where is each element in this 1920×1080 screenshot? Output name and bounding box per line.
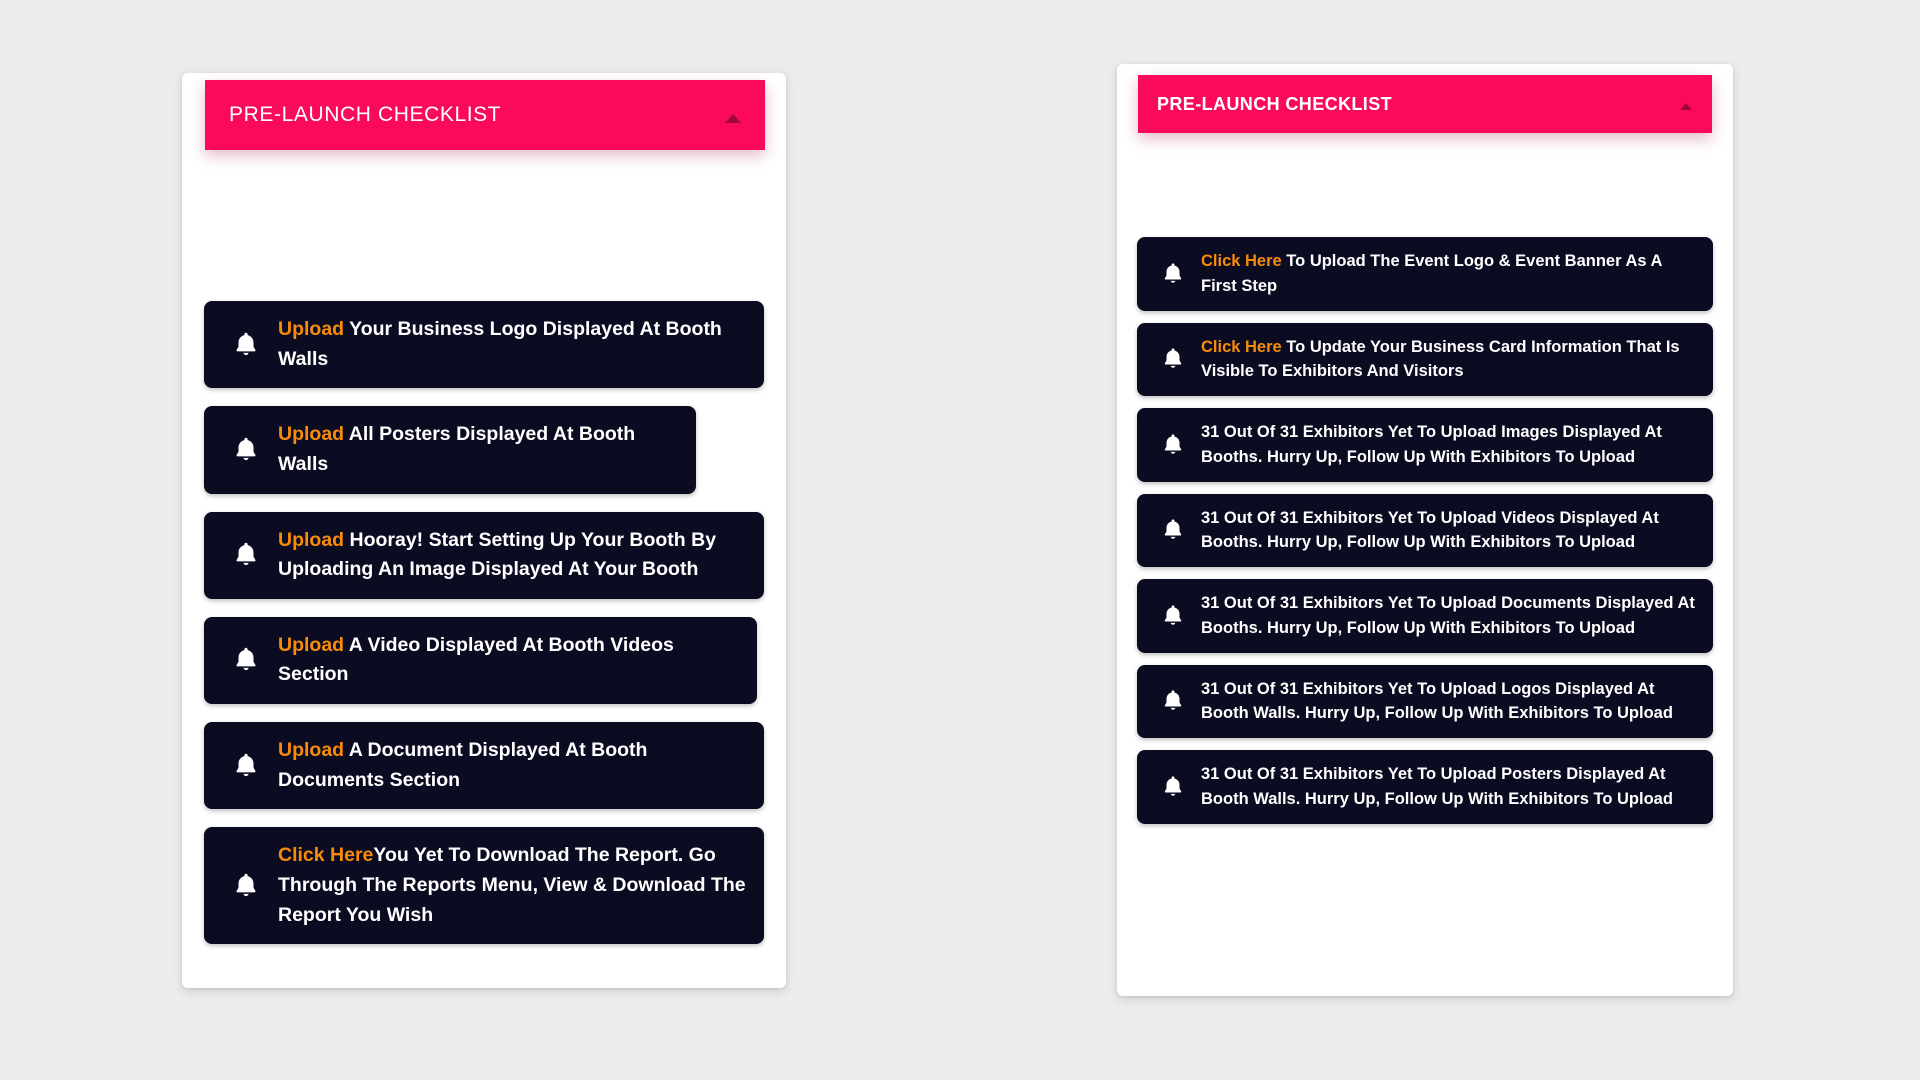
- bell-icon: [214, 435, 278, 465]
- checklist-item[interactable]: Click Here To Update Your Business Card …: [1137, 322, 1713, 396]
- bell-icon: [1145, 346, 1201, 372]
- bell-icon: [214, 330, 278, 360]
- panel-header-left[interactable]: PRE-LAUNCH CHECKLIST: [205, 80, 765, 150]
- checklist-item-text: 31 Out Of 31 Exhibitors Yet To Upload Do…: [1201, 591, 1701, 641]
- checklist-item-body: 31 Out Of 31 Exhibitors Yet To Upload Vi…: [1201, 508, 1659, 552]
- checklist-item-action-link[interactable]: Upload: [278, 529, 350, 551]
- checklist-item[interactable]: 31 Out Of 31 Exhibitors Yet To Upload Do…: [1137, 579, 1713, 653]
- bell-icon: [214, 871, 278, 901]
- bell-icon: [1145, 603, 1201, 629]
- checklist-item-action-link[interactable]: Click Here: [1201, 338, 1286, 356]
- checklist-item-text: Upload A Document Displayed At Booth Doc…: [278, 736, 750, 795]
- checklist-item-body: 31 Out Of 31 Exhibitors Yet To Upload Po…: [1201, 765, 1673, 808]
- checklist-item-text: Click HereYou Yet To Download The Report…: [278, 841, 750, 930]
- pre-launch-checklist-card-right: Click Here To Upload The Event Logo & Ev…: [1117, 64, 1733, 996]
- panel-title-right: PRE-LAUNCH CHECKLIST: [1157, 93, 1392, 114]
- triangle-up-icon[interactable]: [725, 114, 741, 123]
- bell-icon: [1145, 774, 1201, 800]
- checklist-item-action-link[interactable]: Upload: [278, 318, 349, 340]
- checklist-item-text: Click Here To Update Your Business Card …: [1201, 335, 1701, 385]
- bell-icon: [1145, 432, 1201, 458]
- checklist-item-body: 31 Out Of 31 Exhibitors Yet To Upload Lo…: [1201, 679, 1673, 723]
- checklist-item[interactable]: Click Here To Upload The Event Logo & Ev…: [1137, 237, 1713, 311]
- bell-icon: [1145, 517, 1201, 543]
- pre-launch-checklist-card-left: Upload Your Business Logo Displayed At B…: [182, 73, 786, 988]
- bell-icon: [214, 540, 278, 570]
- checklist-item[interactable]: Upload Hooray! Start Setting Up Your Boo…: [204, 511, 764, 599]
- checklist-item[interactable]: Upload A Document Displayed At Booth Doc…: [204, 722, 764, 810]
- checklist-item[interactable]: Upload All Posters Displayed At Booth Wa…: [204, 406, 696, 494]
- bell-icon: [214, 751, 278, 781]
- checklist-item-text: Upload Hooray! Start Setting Up Your Boo…: [278, 526, 750, 585]
- checklist-items-right: Click Here To Upload The Event Logo & Ev…: [1117, 237, 1733, 824]
- triangle-up-icon[interactable]: [1680, 103, 1692, 110]
- page-root: Upload Your Business Logo Displayed At B…: [0, 0, 1920, 1080]
- checklist-item-text: 31 Out Of 31 Exhibitors Yet To Upload Lo…: [1201, 677, 1701, 727]
- checklist-item-text: Upload Your Business Logo Displayed At B…: [278, 315, 750, 374]
- checklist-item[interactable]: Upload A Video Displayed At Booth Videos…: [204, 616, 757, 704]
- panel-title-left: PRE-LAUNCH CHECKLIST: [229, 103, 502, 126]
- checklist-items-left: Upload Your Business Logo Displayed At B…: [182, 301, 786, 945]
- bell-icon: [1145, 261, 1201, 287]
- checklist-item[interactable]: Upload Your Business Logo Displayed At B…: [204, 301, 764, 389]
- checklist-item-action-link[interactable]: Upload: [278, 634, 349, 656]
- checklist-item[interactable]: 31 Out Of 31 Exhibitors Yet To Upload Po…: [1137, 750, 1713, 824]
- checklist-item-text: 31 Out Of 31 Exhibitors Yet To Upload Po…: [1201, 762, 1701, 812]
- checklist-item[interactable]: 31 Out Of 31 Exhibitors Yet To Upload Lo…: [1137, 664, 1713, 738]
- bell-icon: [214, 645, 278, 675]
- checklist-item-text: 31 Out Of 31 Exhibitors Yet To Upload Vi…: [1201, 506, 1701, 556]
- panel-header-right[interactable]: PRE-LAUNCH CHECKLIST: [1138, 75, 1712, 133]
- checklist-item-body: 31 Out Of 31 Exhibitors Yet To Upload Do…: [1201, 594, 1695, 637]
- checklist-item[interactable]: 31 Out Of 31 Exhibitors Yet To Upload Vi…: [1137, 493, 1713, 567]
- checklist-item-text: Click Here To Upload The Event Logo & Ev…: [1201, 249, 1701, 299]
- checklist-item-text: Upload All Posters Displayed At Booth Wa…: [278, 420, 682, 479]
- checklist-item-action-link[interactable]: Click Here: [1201, 252, 1286, 270]
- checklist-item-text: 31 Out Of 31 Exhibitors Yet To Upload Im…: [1201, 420, 1701, 470]
- checklist-item[interactable]: Click HereYou Yet To Download The Report…: [204, 827, 764, 945]
- checklist-item-action-link[interactable]: Upload: [278, 739, 349, 761]
- checklist-item-body: 31 Out Of 31 Exhibitors Yet To Upload Im…: [1201, 423, 1662, 466]
- checklist-item[interactable]: 31 Out Of 31 Exhibitors Yet To Upload Im…: [1137, 408, 1713, 482]
- checklist-item-text: Upload A Video Displayed At Booth Videos…: [278, 631, 743, 690]
- checklist-item-action-link[interactable]: Click Here: [278, 844, 373, 866]
- bell-icon: [1145, 688, 1201, 714]
- checklist-item-action-link[interactable]: Upload: [278, 423, 349, 445]
